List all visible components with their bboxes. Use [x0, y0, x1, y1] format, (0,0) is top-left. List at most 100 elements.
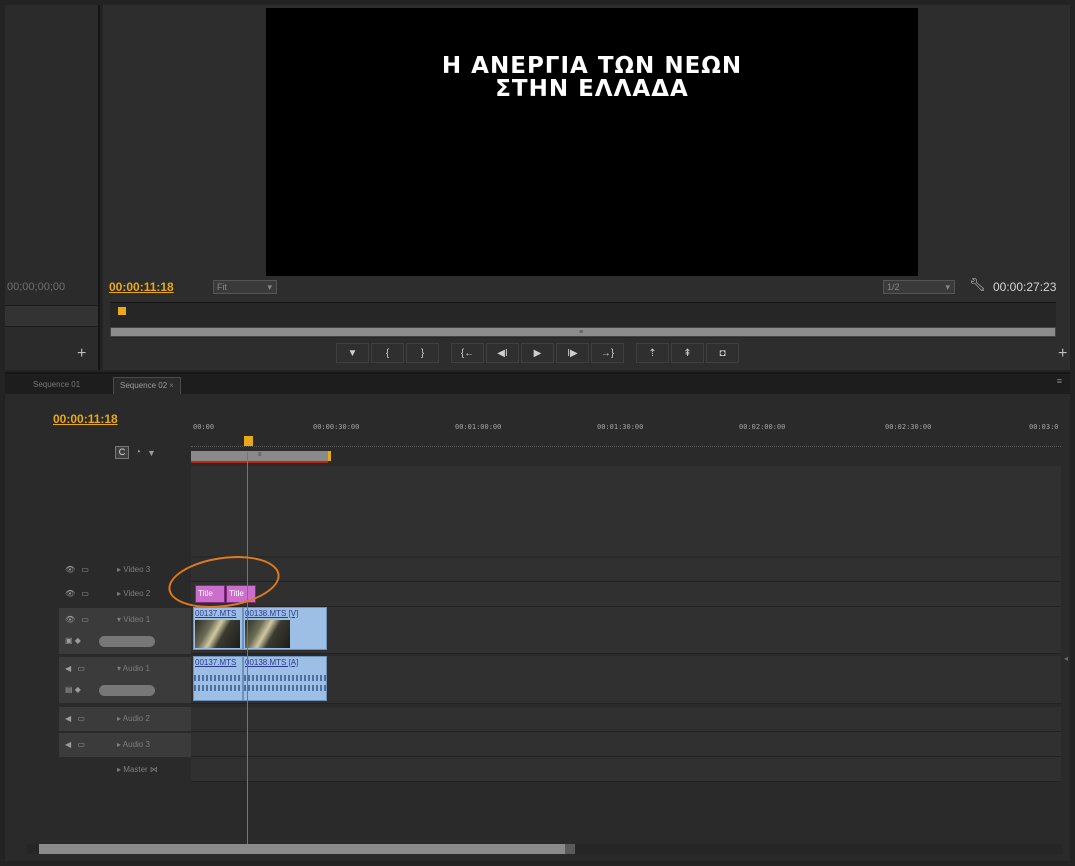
- scrollbar-end-cap[interactable]: [565, 844, 575, 854]
- vertical-scroll-grip-icon[interactable]: ◂: [1064, 654, 1068, 663]
- keyframe-icon[interactable]: ▣ ◆: [65, 636, 81, 645]
- sequence-timecode[interactable]: 00:00:11:18: [53, 412, 118, 426]
- track-header-video-1[interactable]: 👁︎ ▭ ▾ Video 1 ▣ ◆: [59, 608, 191, 654]
- wrench-icon[interactable]: 🔧︎: [969, 277, 986, 293]
- timeline-tabs: Sequence 01 Sequence 02 × ≡: [5, 374, 1070, 394]
- program-scrub-area[interactable]: ≡: [110, 302, 1056, 338]
- lane-master[interactable]: [191, 757, 1061, 782]
- track-header-audio-1[interactable]: ◀︎ ▭ ▾ Audio 1 ▤ ◆: [59, 657, 191, 703]
- program-current-timecode[interactable]: 00:00:11:18: [109, 280, 174, 294]
- add-marker-button[interactable]: ▼: [336, 343, 369, 363]
- step-forward-button[interactable]: I▶: [556, 343, 589, 363]
- lift-button[interactable]: ⇡: [636, 343, 669, 363]
- timeline-panel: Sequence 01 Sequence 02 × ≡ 00:00:11:18 C…: [5, 372, 1070, 861]
- add-marker-icon[interactable]: ▼: [147, 448, 156, 458]
- program-add-button[interactable]: +: [1058, 345, 1067, 363]
- track-header-audio-2[interactable]: ◀︎ ▭ ▸ Audio 2: [59, 707, 191, 731]
- zoom-bar-grip-icon: ≡: [579, 329, 584, 336]
- work-area-bar[interactable]: ≡: [191, 451, 328, 461]
- transport-controls: ▼{} {← ◀I ▶ I▶ →} ⇡ ⇞ ◘: [336, 343, 739, 365]
- extract-button[interactable]: ⇞: [671, 343, 704, 363]
- track-name: ▸ Audio 3: [117, 740, 150, 749]
- ruler-label: 00:00: [193, 423, 215, 431]
- lane-video-3[interactable]: [191, 558, 1061, 582]
- marker-icon[interactable]: ◔: [135, 447, 141, 458]
- timeline-playhead-line[interactable]: [247, 452, 248, 846]
- audio-clip[interactable]: 00138.MTS [A]: [243, 656, 327, 701]
- lane-audio-1[interactable]: 00137.MTS 00138.MTS [A]: [191, 656, 1061, 704]
- eye-lock-icons[interactable]: 👁︎ ▭: [65, 615, 91, 624]
- video-clip[interactable]: 00138.MTS [V]: [243, 607, 327, 650]
- timeline-tools: C ◔ ▼: [115, 446, 156, 459]
- premiere-window: 00;00;00;00 + Η ΑΝΕΡΓΙΑ ΤΩΝ ΝΕΩΝ ΣΤΗΝ ΕΛ…: [0, 0, 1075, 866]
- close-icon[interactable]: ×: [169, 381, 174, 390]
- eye-lock-icons[interactable]: 👁︎ ▭: [65, 589, 91, 598]
- program-duration-timecode: 00:00:27:23: [993, 280, 1057, 294]
- video-clip[interactable]: 00137.MTS: [193, 607, 243, 650]
- tab-sequence-02-label: Sequence 02: [120, 381, 168, 390]
- lane-audio-3[interactable]: [191, 732, 1061, 757]
- track-name: ▸ Master ⋈: [117, 765, 158, 774]
- export-frame-button[interactable]: ◘: [706, 343, 739, 363]
- go-to-in-button[interactable]: {←: [451, 343, 484, 363]
- tab-sequence-01[interactable]: Sequence 01: [27, 377, 86, 394]
- program-monitor-panel: Η ΑΝΕΡΓΙΑ ΤΩΝ ΝΕΩΝ ΣΤΗΝ ΕΛΛΑΔΑ 00:00:11:…: [103, 5, 1070, 370]
- eye-lock-icons[interactable]: 👁︎ ▭: [65, 565, 91, 574]
- tab-sequence-02[interactable]: Sequence 02 ×: [113, 377, 181, 394]
- speaker-lock-icons[interactable]: ◀︎ ▭: [65, 714, 87, 723]
- ruler-label: 00:02:00:00: [739, 423, 786, 431]
- ruler-label: 00:03:0: [1029, 423, 1059, 431]
- track-name: ▸ Video 3: [117, 565, 151, 574]
- timeline-empty-area: [191, 466, 1061, 556]
- chevron-down-icon: ▾: [267, 282, 272, 292]
- ruler-label: 00:01:00:00: [455, 423, 502, 431]
- track-header-master[interactable]: ▸ Master ⋈: [59, 758, 191, 782]
- ruler-baseline: [191, 446, 1061, 447]
- video-title-line2: ΣΤΗΝ ΕΛΛΑΔΑ: [495, 76, 689, 102]
- speaker-lock-icons[interactable]: ◀︎ ▭: [65, 664, 87, 673]
- audio-waveform: [194, 685, 242, 691]
- render-status-bar: [191, 461, 328, 463]
- step-back-button[interactable]: ◀I: [486, 343, 519, 363]
- mark-in-button[interactable]: {: [371, 343, 404, 363]
- clip-label: 00138.MTS [A]: [245, 658, 299, 667]
- source-scrub-bar[interactable]: [5, 305, 98, 327]
- lane-video-1[interactable]: 00137.MTS 00138.MTS [V]: [191, 607, 1061, 654]
- lane-video-2[interactable]: Title Title: [191, 582, 1061, 607]
- timeline-horizontal-scrollbar[interactable]: [27, 844, 1063, 854]
- program-video-frame: Η ΑΝΕΡΓΙΑ ΤΩΝ ΝΕΩΝ ΣΤΗΝ ΕΛΛΑΔΑ: [266, 8, 918, 276]
- program-zoom-bar[interactable]: ≡: [110, 327, 1056, 337]
- program-playhead[interactable]: [118, 307, 126, 315]
- work-area-end-handle[interactable]: [328, 451, 331, 461]
- keyframe-nav[interactable]: [99, 636, 155, 647]
- timeline-playhead-handle[interactable]: [244, 436, 253, 446]
- keyframe-icon[interactable]: ▤ ◆: [65, 685, 81, 694]
- ruler-label: 00:00:30:00: [313, 423, 360, 431]
- audio-waveform: [244, 675, 326, 681]
- video-title-text: Η ΑΝΕΡΓΙΑ ΤΩΝ ΝΕΩΝ ΣΤΗΝ ΕΛΛΑΔΑ: [266, 55, 918, 101]
- audio-clip[interactable]: 00137.MTS: [193, 656, 243, 701]
- panel-menu-icon[interactable]: ≡: [1057, 376, 1062, 386]
- audio-waveform: [194, 675, 242, 681]
- resolution-select[interactable]: 1/2 ▾: [883, 280, 955, 294]
- source-timecode[interactable]: 00;00;00;00: [7, 281, 65, 293]
- mark-out-button[interactable]: }: [406, 343, 439, 363]
- source-add-button[interactable]: +: [77, 345, 86, 363]
- clip-label: 00137.MTS: [195, 609, 237, 618]
- snap-icon[interactable]: C: [115, 446, 129, 459]
- source-monitor-panel: 00;00;00;00 +: [5, 5, 100, 370]
- audio-waveform: [244, 685, 326, 691]
- scrollbar-thumb[interactable]: [39, 844, 565, 854]
- keyframe-nav[interactable]: [99, 685, 155, 696]
- clip-label: 00138.MTS [V]: [245, 609, 299, 618]
- time-ruler[interactable]: 00:00 00:00:30:00 00:01:00:00 00:01:30:0…: [191, 418, 1061, 463]
- zoom-select[interactable]: Fit ▾: [213, 280, 277, 294]
- lane-audio-2[interactable]: [191, 707, 1061, 732]
- video-title-line1: Η ΑΝΕΡΓΙΑ ΤΩΝ ΝΕΩΝ: [441, 53, 743, 79]
- go-to-out-button[interactable]: →}: [591, 343, 624, 363]
- work-area-grip-icon: ≡: [258, 452, 262, 458]
- speaker-lock-icons[interactable]: ◀︎ ▭: [65, 740, 87, 749]
- track-header-audio-3[interactable]: ◀︎ ▭ ▸ Audio 3: [59, 733, 191, 757]
- track-name: ▸ Audio 2: [117, 714, 150, 723]
- play-button[interactable]: ▶: [521, 343, 554, 363]
